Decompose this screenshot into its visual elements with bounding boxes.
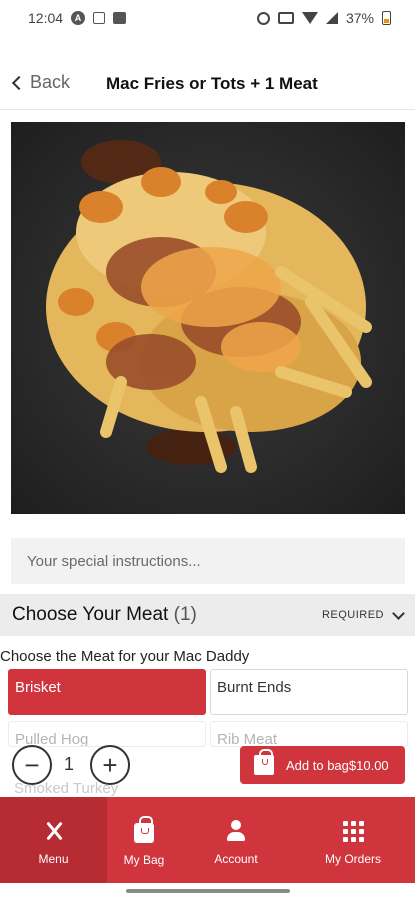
- nav-account-label: Account: [214, 852, 258, 866]
- nav-my-orders-label: My Orders: [324, 851, 381, 866]
- grid-icon: [342, 820, 364, 842]
- wifi-icon: [301, 12, 318, 24]
- nav-menu[interactable]: Menu: [0, 797, 107, 883]
- chevron-down-icon[interactable]: [392, 606, 405, 620]
- app-header: Back Mac Fries or Tots + 1 Meat: [0, 58, 415, 110]
- calendar-icon: [93, 12, 106, 24]
- section-count: (1): [173, 604, 197, 625]
- product-image: [11, 122, 405, 514]
- a-circle-icon: A: [71, 11, 86, 25]
- status-left: 12:04 A: [28, 10, 127, 26]
- meat-option-pulled-hog[interactable]: Pulled Hog: [8, 721, 206, 747]
- increase-quantity-button[interactable]: +: [90, 745, 130, 785]
- account-icon: [225, 820, 247, 842]
- add-to-bag-price: $10.00: [348, 757, 389, 773]
- add-to-bag-button[interactable]: Add to bag $10.00: [240, 746, 405, 784]
- page-title: Mac Fries or Tots + 1 Meat: [106, 74, 318, 93]
- meat-option-rib-meat[interactable]: Rib Meat: [210, 721, 408, 747]
- meat-option-burnt-ends[interactable]: Burnt Ends: [210, 669, 408, 715]
- meat-option-brisket[interactable]: Brisket: [8, 669, 206, 715]
- food-illustration: [46, 140, 372, 473]
- image-icon: [113, 12, 127, 24]
- nav-my-bag[interactable]: My Bag: [107, 797, 181, 883]
- bag-icon: [254, 749, 274, 775]
- battery-icon: [382, 11, 391, 25]
- alarm-icon: [256, 11, 270, 25]
- fork-knife-icon: [43, 820, 65, 842]
- back-button[interactable]: Back: [11, 72, 71, 93]
- status-right: 37%: [256, 10, 391, 26]
- chevron-left-icon: [11, 75, 27, 90]
- home-indicator[interactable]: [126, 889, 290, 893]
- required-wrap: REQUIRED: [321, 606, 405, 621]
- nav-menu-label: Menu: [38, 852, 69, 866]
- required-label: REQUIRED: [321, 609, 384, 621]
- vibrate-icon: [277, 12, 294, 24]
- bottom-nav: Menu My Bag Account My Orders: [0, 797, 415, 883]
- section-subtitle: Choose the Meat for your Mac Daddy: [0, 648, 250, 665]
- status-time: 12:04: [28, 10, 64, 26]
- signal-icon: [325, 12, 338, 24]
- nav-my-orders[interactable]: My Orders: [291, 797, 415, 883]
- back-label: Back: [30, 72, 71, 92]
- nav-account[interactable]: Account: [181, 797, 291, 883]
- section-title: Choose Your Meat (1): [12, 604, 197, 626]
- status-bar: 12:04 A 37%: [0, 0, 415, 36]
- decrease-quantity-button[interactable]: −: [12, 745, 52, 785]
- nav-my-bag-label: My Bag: [123, 852, 165, 867]
- quantity-value: 1: [64, 754, 75, 774]
- bag-icon: [134, 815, 154, 843]
- add-to-bag-label: Add to bag: [286, 757, 349, 773]
- battery-percent: 37%: [345, 10, 374, 26]
- special-instructions-input[interactable]: [11, 538, 405, 584]
- quantity-row: − 1 + Add to bag $10.00: [0, 745, 415, 787]
- meat-section-header[interactable]: Choose Your Meat (1) REQUIRED: [0, 594, 415, 636]
- section-title-text: Choose Your Meat: [12, 604, 169, 625]
